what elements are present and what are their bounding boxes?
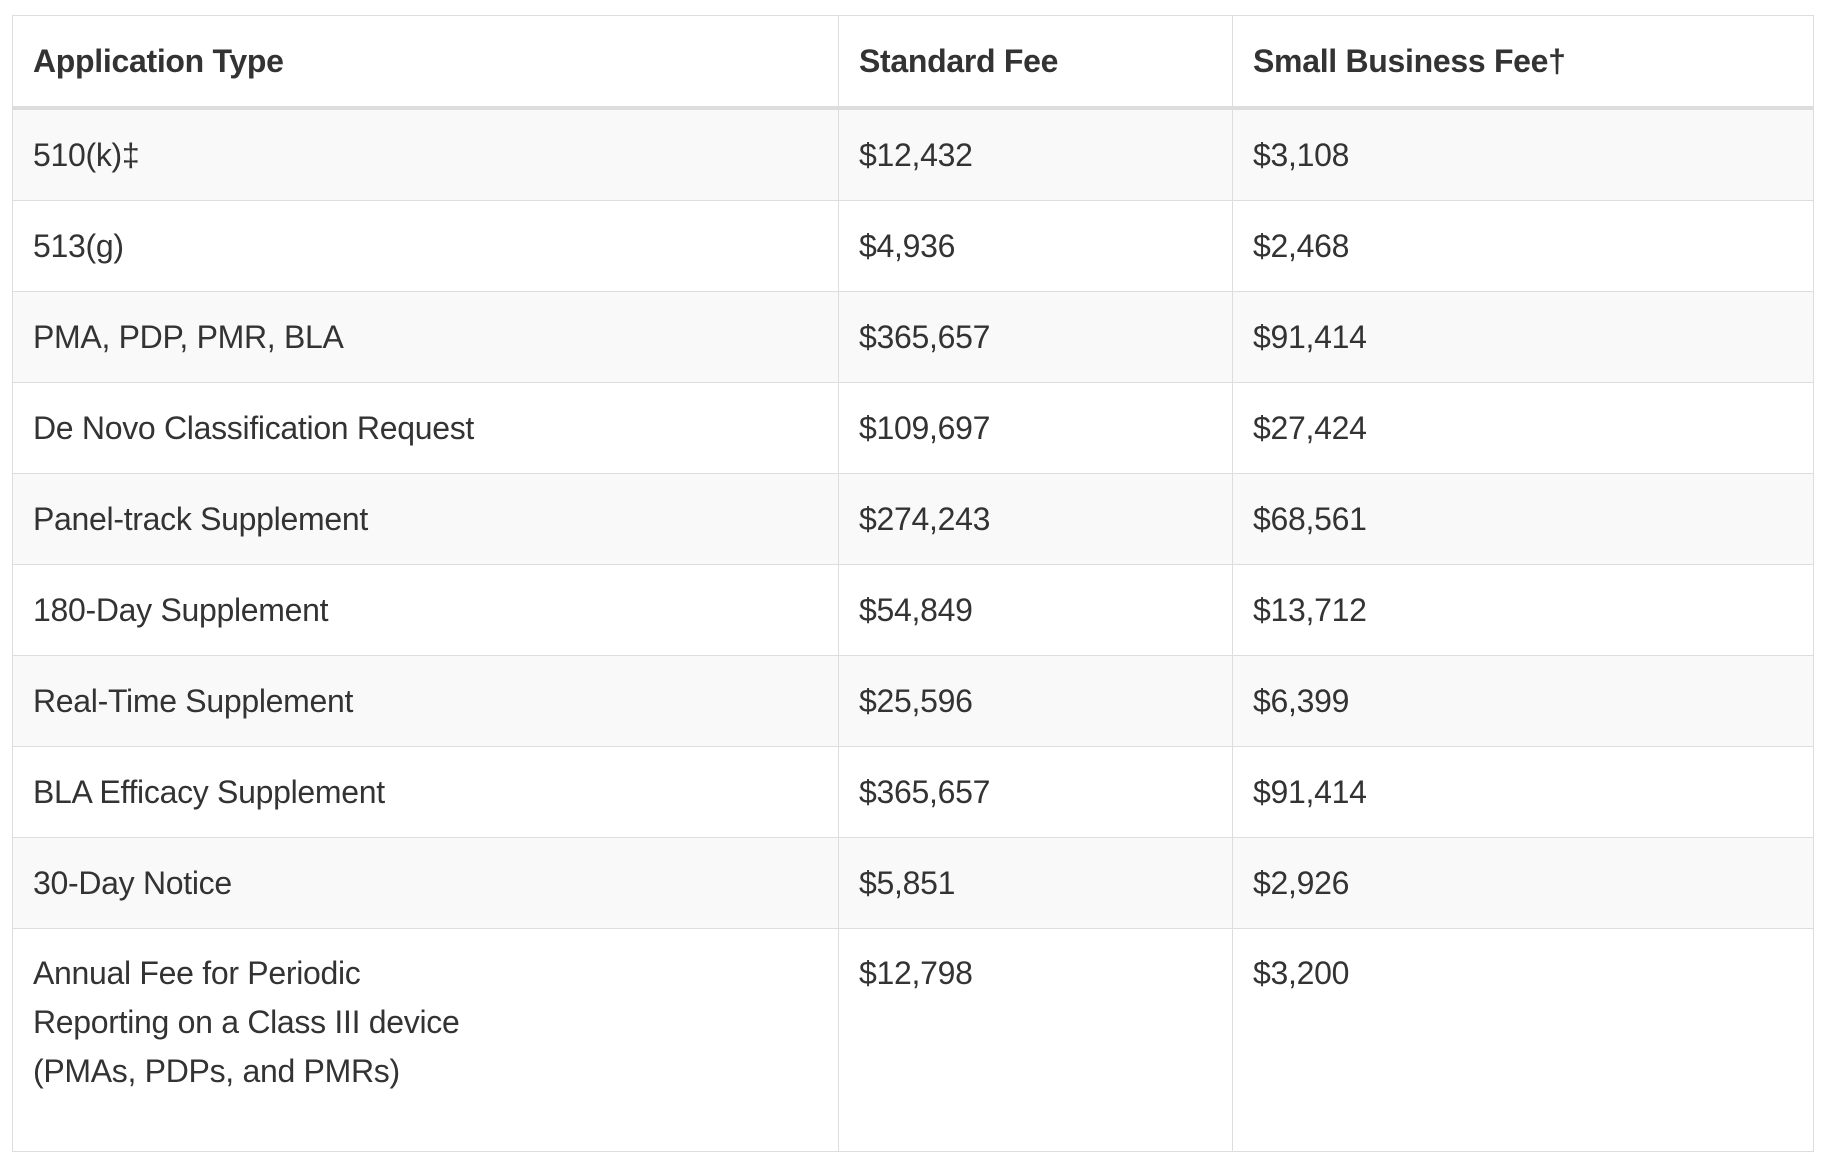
header-standard-fee: Standard Fee	[838, 15, 1233, 110]
table-row: 510(k)‡ $12,432 $3,108	[12, 107, 1814, 201]
table-row: Panel-track Supplement $274,243 $68,561	[12, 473, 1814, 565]
cell-standard-fee: $4,936	[838, 200, 1233, 292]
cell-standard-fee: $25,596	[838, 655, 1233, 747]
cell-small-business-fee: $2,468	[1232, 200, 1814, 292]
cell-application-type: 180-Day Supplement	[12, 564, 839, 656]
cell-small-business-fee: $2,926	[1232, 837, 1814, 929]
cell-application-type: 510(k)‡	[12, 107, 839, 201]
cell-standard-fee: $109,697	[838, 382, 1233, 474]
cell-small-business-fee: $6,399	[1232, 655, 1814, 747]
cell-standard-fee: $54,849	[838, 564, 1233, 656]
cell-small-business-fee: $3,200	[1232, 928, 1814, 1152]
table-row: 180-Day Supplement $54,849 $13,712	[12, 564, 1814, 656]
cell-application-type: 30-Day Notice	[12, 837, 839, 929]
cell-application-type: Real-Time Supplement	[12, 655, 839, 747]
cell-standard-fee: $12,432	[838, 107, 1233, 201]
cell-application-type: BLA Efficacy Supplement	[12, 746, 839, 838]
table-header-row: Application Type Standard Fee Small Busi…	[12, 15, 1814, 110]
table-row: BLA Efficacy Supplement $365,657 $91,414	[12, 746, 1814, 838]
cell-application-type-text: Annual Fee for Periodic Reporting on a C…	[33, 955, 460, 1089]
cell-small-business-fee: $68,561	[1232, 473, 1814, 565]
cell-application-type: PMA, PDP, PMR, BLA	[12, 291, 839, 383]
cell-standard-fee: $12,798	[838, 928, 1233, 1152]
cell-small-business-fee: $27,424	[1232, 382, 1814, 474]
table-row: 30-Day Notice $5,851 $2,926	[12, 837, 1814, 929]
cell-application-type: Panel-track Supplement	[12, 473, 839, 565]
table-row: De Novo Classification Request $109,697 …	[12, 382, 1814, 474]
table-row: 513(g) $4,936 $2,468	[12, 200, 1814, 292]
header-application-type: Application Type	[12, 15, 839, 110]
cell-small-business-fee: $3,108	[1232, 107, 1814, 201]
cell-application-type: De Novo Classification Request	[12, 382, 839, 474]
table-row: Real-Time Supplement $25,596 $6,399	[12, 655, 1814, 747]
table-row: PMA, PDP, PMR, BLA $365,657 $91,414	[12, 291, 1814, 383]
cell-small-business-fee: $13,712	[1232, 564, 1814, 656]
cell-application-type: 513(g)	[12, 200, 839, 292]
cell-standard-fee: $274,243	[838, 473, 1233, 565]
cell-small-business-fee: $91,414	[1232, 746, 1814, 838]
cell-small-business-fee: $91,414	[1232, 291, 1814, 383]
cell-standard-fee: $365,657	[838, 291, 1233, 383]
fee-table: Application Type Standard Fee Small Busi…	[12, 15, 1814, 1152]
header-small-business-fee: Small Business Fee†	[1232, 15, 1814, 110]
table-row: Annual Fee for Periodic Reporting on a C…	[12, 928, 1814, 1152]
cell-standard-fee: $5,851	[838, 837, 1233, 929]
cell-application-type: Annual Fee for Periodic Reporting on a C…	[12, 928, 839, 1152]
cell-standard-fee: $365,657	[838, 746, 1233, 838]
